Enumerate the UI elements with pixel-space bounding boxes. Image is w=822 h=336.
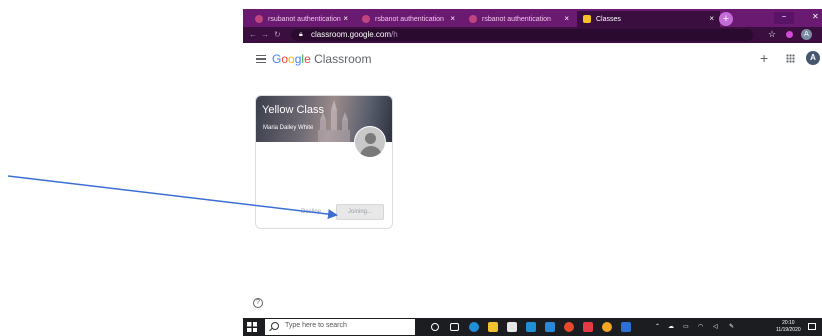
main-menu-icon[interactable] (256, 55, 266, 63)
google-apps-icon[interactable] (786, 54, 795, 63)
forward-icon[interactable]: → (261, 30, 269, 39)
joining-button[interactable]: Joining... (336, 204, 384, 220)
tray-battery-icon[interactable]: ▭ (683, 323, 689, 330)
tab-title: Classes (596, 15, 621, 23)
lock-icon: 🔒︎ (299, 31, 303, 38)
notifications-icon[interactable] (808, 323, 816, 330)
reload-icon[interactable]: ↻ (274, 30, 281, 39)
url-text: classroom.google.com/h (311, 30, 398, 39)
screenshot-root: rsubanot authentication × rsbanot authen… (0, 0, 822, 336)
browser-tab[interactable]: rsbanot authentication × (463, 11, 575, 27)
tab-close-icon[interactable]: × (709, 15, 714, 23)
tab-title: rsbanot authentication (375, 15, 444, 23)
tab-close-icon[interactable]: × (343, 15, 348, 23)
windows-start-icon[interactable] (247, 322, 257, 332)
clock-time: 20:10 (782, 320, 795, 326)
extension-icon[interactable] (786, 31, 793, 38)
taskbar-search-placeholder: Type here to search (285, 322, 347, 329)
tab-title: rsbanot authentication (482, 15, 551, 23)
tray-network-icon[interactable]: ◠ (698, 323, 703, 330)
app-red-icon[interactable] (583, 322, 593, 332)
browser-profile-avatar[interactable]: A (801, 29, 812, 40)
account-avatar[interactable]: A (806, 51, 820, 65)
store-icon[interactable] (507, 322, 517, 332)
bookmark-star-icon[interactable]: ☆ (768, 29, 776, 40)
browser-tab[interactable]: rsubanot authentication × (249, 11, 354, 27)
minimize-button[interactable]: − (774, 12, 794, 24)
taskbar-clock[interactable]: 20:10 11/19/2020 (776, 320, 801, 334)
app-blue-icon[interactable] (621, 322, 631, 332)
teacher-name: Maria Dailey White (263, 125, 314, 131)
tab-close-icon[interactable]: × (450, 15, 455, 23)
tab-title: rsubanot authentication (268, 15, 341, 23)
file-explorer-icon[interactable] (488, 322, 498, 332)
mail-icon[interactable] (526, 322, 536, 332)
decline-button[interactable]: Decline (301, 209, 321, 215)
add-class-button[interactable]: + (760, 50, 768, 66)
tray-pen-icon[interactable]: ✎ (729, 323, 734, 330)
window-close-button[interactable]: ✕ (812, 12, 819, 21)
browser-tab[interactable]: rsbanot authentication × (356, 11, 461, 27)
app-tile-icon[interactable] (545, 322, 555, 332)
tray-volume-icon[interactable]: ◁ (713, 323, 718, 330)
browser-tab-strip: rsubanot authentication × rsbanot authen… (243, 9, 822, 27)
chrome-icon[interactable] (602, 322, 612, 332)
annotation-arrow (7, 175, 338, 220)
tab-favicon-icon (469, 15, 477, 23)
tray-cloud-icon[interactable]: ☁︎ (668, 323, 674, 330)
windows-taskbar: Type here to search ⌃ ☁︎ ▭ ◠ ◁ ✎ 20:10 1… (243, 318, 822, 336)
help-icon[interactable]: ? (253, 298, 263, 308)
teacher-avatar (354, 126, 386, 158)
tab-favicon-icon (255, 15, 263, 23)
app-circle-icon[interactable] (564, 322, 574, 332)
classroom-favicon-icon (583, 15, 591, 23)
tray-chevron-icon[interactable]: ⌃ (655, 323, 660, 330)
google-classroom-logo[interactable]: Google Classroom (272, 52, 371, 66)
task-view-icon[interactable] (450, 323, 459, 331)
cortana-icon[interactable] (431, 323, 439, 331)
new-tab-button[interactable]: + (719, 12, 733, 26)
browser-address-bar: ← → ↻ 🔒︎ classroom.google.com/h ☆ A (243, 27, 822, 43)
edge-browser-icon[interactable] (469, 322, 479, 332)
clock-date: 11/19/2020 (776, 327, 801, 333)
person-head-icon (365, 133, 376, 144)
class-card[interactable]: Yellow Class Maria Dailey White Decline … (255, 95, 393, 229)
tab-close-icon[interactable]: × (564, 15, 569, 23)
browser-tab-active[interactable]: Classes × (577, 11, 720, 27)
url-field[interactable]: 🔒︎ classroom.google.com/h (291, 29, 753, 41)
back-icon[interactable]: ← (249, 30, 257, 39)
search-icon (271, 322, 279, 330)
person-body-icon (360, 146, 382, 157)
class-title[interactable]: Yellow Class (262, 104, 324, 116)
tab-favicon-icon (362, 15, 370, 23)
taskbar-search-box[interactable]: Type here to search (265, 319, 415, 335)
